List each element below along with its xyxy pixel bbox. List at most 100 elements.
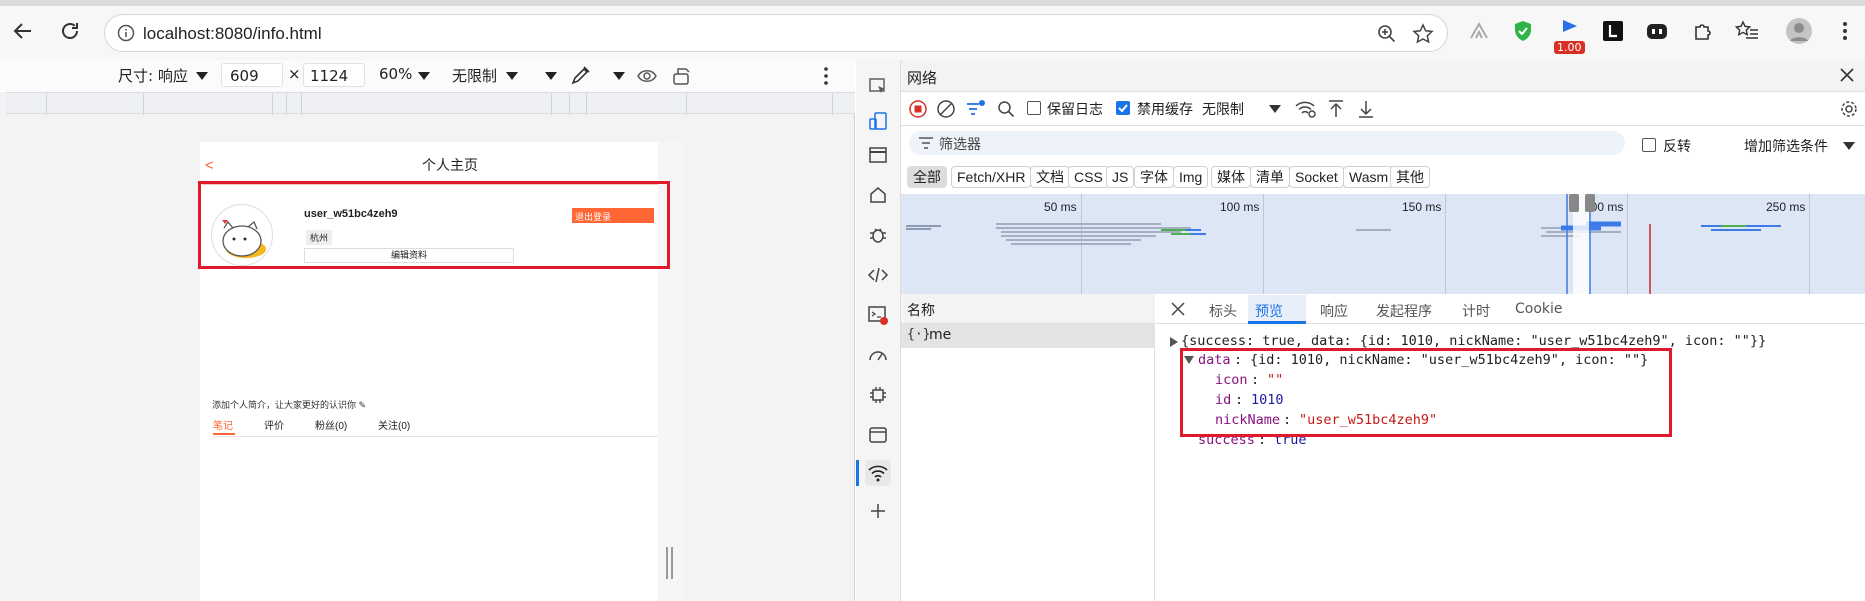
network-conditions-icon[interactable] — [1295, 99, 1317, 119]
disable-cache-checkbox[interactable] — [1116, 101, 1130, 115]
search-icon[interactable] — [997, 100, 1015, 118]
tab-notes[interactable]: 笔记 — [213, 417, 233, 432]
back-arrow[interactable]: < — [205, 157, 214, 174]
export-har-icon[interactable] — [1357, 99, 1375, 119]
network-throttle-dropdown-icon[interactable] — [1269, 105, 1281, 113]
dimensions-select[interactable]: 尺寸: 响应 — [118, 65, 188, 86]
extension-a-icon[interactable] — [1464, 16, 1494, 46]
bug-icon[interactable] — [865, 222, 891, 248]
url-text[interactable]: localhost:8080/info.html — [143, 24, 322, 44]
tab-fans[interactable]: 粉丝(0) — [315, 417, 347, 432]
network-settings-icon[interactable] — [1839, 99, 1859, 119]
tab-following[interactable]: 关注(0) — [378, 417, 410, 432]
throttle-dropdown-icon[interactable] — [506, 72, 518, 80]
copilot-icon[interactable] — [1642, 16, 1672, 46]
more-menu-icon[interactable] — [1830, 16, 1860, 46]
performance-icon[interactable] — [865, 342, 891, 368]
request-row[interactable]: {·} me — [901, 324, 1155, 348]
filter-chip-xhr[interactable]: Fetch/XHR — [951, 166, 1032, 188]
root-expand-icon[interactable] — [1170, 337, 1178, 347]
puzzle-icon[interactable] — [1688, 16, 1718, 46]
timeline-overview[interactable]: 50 ms 100 ms 150 ms 200 ms 250 ms — [901, 194, 1865, 294]
network-wifi-icon[interactable] — [865, 460, 891, 486]
tab-reviews[interactable]: 评价 — [264, 417, 284, 432]
record-stop-icon[interactable] — [909, 100, 927, 118]
favorite-star-icon[interactable] — [1412, 23, 1434, 45]
tab-initiator[interactable]: 发起程序 — [1376, 301, 1432, 321]
panel-title: 网络 — [907, 69, 938, 87]
back-icon[interactable] — [8, 16, 38, 46]
import-har-icon[interactable] — [1327, 99, 1345, 119]
filter-chip-css[interactable]: CSS — [1068, 166, 1109, 188]
favorites-list-icon[interactable] — [1732, 16, 1762, 46]
page-title: 个人主页 — [422, 157, 478, 173]
home-icon[interactable] — [865, 182, 891, 208]
tab-timing[interactable]: 计时 — [1462, 301, 1490, 321]
leetcode-icon[interactable] — [1598, 16, 1628, 46]
filter-chip-manifest[interactable]: 清单 — [1250, 166, 1290, 188]
dimensions-dropdown-icon[interactable] — [196, 72, 208, 80]
clear-icon[interactable] — [937, 100, 955, 118]
address-bar[interactable]: localhost:8080/info.html — [104, 14, 1448, 52]
info-icon[interactable] — [117, 24, 135, 42]
width-input[interactable]: 609 — [221, 63, 283, 87]
filter-toggle-icon[interactable] — [965, 98, 987, 118]
elements-icon[interactable] — [865, 142, 891, 168]
device-toolbar: 尺寸: 响应 609 × 1124 60% 无限制 — [0, 60, 855, 92]
more-filters-dropdown-icon[interactable] — [1843, 142, 1855, 150]
filter-input[interactable]: 筛选器 — [909, 131, 1625, 155]
name-column-header[interactable]: 名称 — [907, 300, 935, 320]
avatar[interactable] — [1784, 16, 1814, 46]
width-value: 609 — [230, 67, 259, 85]
application-icon[interactable] — [865, 422, 891, 448]
memory-chip-icon[interactable] — [865, 382, 891, 408]
sensor-dropdown-icon[interactable] — [613, 72, 625, 80]
intro-prompt[interactable]: 添加个人简介，让大家更好的认识你 ✎ — [212, 398, 366, 411]
throttle-select[interactable]: 无限制 — [452, 65, 497, 86]
shield-check-icon[interactable] — [1508, 16, 1538, 46]
inspect-icon[interactable] — [865, 74, 891, 100]
request-name: me — [929, 327, 952, 343]
tab-response[interactable]: 响应 — [1320, 301, 1348, 321]
close-devtools-icon[interactable] — [1839, 67, 1855, 83]
vision-icon[interactable] — [636, 66, 658, 86]
zoom-dropdown-icon[interactable] — [418, 72, 430, 80]
filter-chip-font[interactable]: 字体 — [1134, 166, 1174, 188]
filter-chip-js[interactable]: JS — [1106, 166, 1135, 188]
network-panel: 网络 保留日志 禁用缓存 无限制 筛选器 反转 增加筛选条件 全部 Fetch/… — [901, 60, 1865, 601]
filter-chip-media[interactable]: 媒体 — [1211, 166, 1251, 188]
eyedropper-icon[interactable] — [570, 64, 592, 86]
sources-code-icon[interactable] — [865, 262, 891, 288]
filter-chip-doc[interactable]: 文档 — [1030, 166, 1070, 188]
filter-chip-img[interactable]: Img — [1173, 166, 1209, 188]
flag-extension-icon[interactable]: 1.00 — [1552, 16, 1588, 54]
close-detail-icon[interactable] — [1170, 301, 1186, 317]
invert-checkbox[interactable] — [1642, 138, 1656, 152]
filter-chip-other[interactable]: 其他 — [1390, 166, 1430, 188]
filter-chip-wasm[interactable]: Wasm — [1343, 166, 1395, 188]
filter-chip-all[interactable]: 全部 — [907, 166, 947, 188]
tab-underline — [213, 433, 235, 435]
console-icon[interactable] — [865, 302, 891, 328]
refresh-icon[interactable] — [55, 16, 85, 46]
tab-cookie[interactable]: Cookie — [1515, 301, 1563, 317]
more-dropdown-icon[interactable] — [545, 72, 557, 80]
filter-chip-socket[interactable]: Socket — [1289, 166, 1344, 188]
rotate-icon[interactable] — [672, 66, 694, 86]
add-panel-icon[interactable] — [865, 498, 891, 524]
tab-preview[interactable]: 预览 — [1255, 301, 1283, 321]
resize-handle[interactable] — [666, 547, 673, 579]
device-toggle-icon[interactable] — [865, 108, 891, 134]
zoom-icon[interactable] — [1377, 24, 1397, 44]
times-sign: × — [288, 65, 301, 83]
network-throttle-select[interactable]: 无限制 — [1202, 99, 1244, 119]
device-more-icon[interactable] — [823, 66, 829, 86]
preserve-log-checkbox[interactable] — [1027, 101, 1041, 115]
tab-headers[interactable]: 标头 — [1209, 301, 1237, 321]
height-input[interactable]: 1124 — [303, 63, 365, 87]
more-filters-select[interactable]: 增加筛选条件 — [1744, 136, 1828, 156]
preview-root-line[interactable]: {success: true, data: {id: 1010, nickNam… — [1181, 333, 1766, 349]
zoom-select[interactable]: 60% — [379, 65, 412, 83]
media-query-ruler — [6, 92, 855, 115]
active-indicator — [856, 460, 859, 486]
